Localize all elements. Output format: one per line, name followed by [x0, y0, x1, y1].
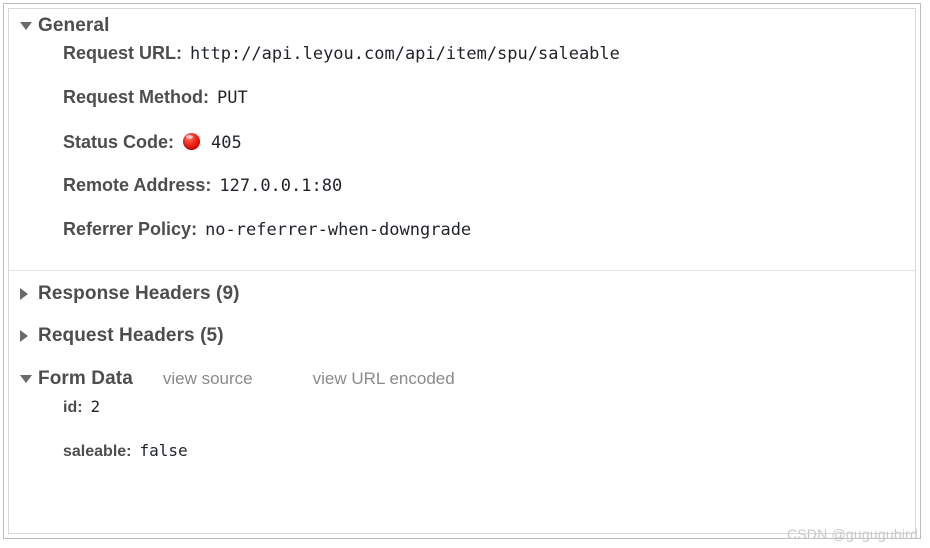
triangle-down-icon[interactable] [20, 375, 34, 383]
triangle-down-icon[interactable] [20, 22, 34, 30]
detail-value-request-method: PUT [217, 88, 248, 108]
detail-value-request-url: http://api.leyou.com/api/item/spu/saleab… [190, 44, 620, 64]
view-url-encoded-link[interactable]: view URL encoded [313, 369, 455, 389]
section-title-request-headers: Request Headers (5) [38, 325, 224, 346]
detail-key: Status Code: [63, 132, 175, 152]
form-data-key: saleable: [63, 443, 132, 460]
detail-key: Request URL: [63, 43, 183, 63]
detail-key: Referrer Policy: [63, 219, 198, 239]
form-data-row-id: id: 2 [9, 397, 915, 441]
detail-key: Remote Address: [63, 175, 212, 195]
panel-content: General Request URL: http://api.leyou.co… [9, 9, 915, 533]
form-data-value-saleable: false [139, 441, 188, 460]
triangle-right-icon[interactable] [20, 288, 34, 300]
section-header-response-headers[interactable]: Response Headers (9) [9, 277, 915, 311]
form-data-key: id: [63, 399, 83, 416]
section-title-form-data: Form Data [38, 368, 133, 389]
detail-row-status-code: Status Code: 405 [9, 131, 915, 175]
view-source-link[interactable]: view source [163, 369, 253, 389]
triangle-right-icon[interactable] [20, 330, 34, 342]
detail-row-request-url: Request URL: http://api.leyou.com/api/it… [9, 43, 915, 87]
detail-key: Request Method: [63, 87, 209, 107]
detail-value-status-code: 405 [211, 133, 242, 153]
red-circle-icon [183, 133, 201, 150]
section-title-general: General [38, 15, 110, 36]
section-header-form-data[interactable]: Form Data view source view URL encoded [9, 361, 915, 397]
detail-row-request-method: Request Method: PUT [9, 87, 915, 131]
form-data-value-id: 2 [90, 397, 101, 416]
section-header-general[interactable]: General [9, 9, 915, 43]
detail-row-remote-address: Remote Address: 127.0.0.1:80 [9, 175, 915, 219]
form-data-row-saleable: saleable: false [9, 441, 915, 485]
detail-value-remote-address: 127.0.0.1:80 [219, 176, 343, 196]
section-divider [9, 270, 915, 271]
section-title-response-headers: Response Headers (9) [38, 283, 240, 304]
detail-row-referrer-policy: Referrer Policy: no-referrer-when-downgr… [9, 219, 915, 263]
section-header-request-headers[interactable]: Request Headers (5) [9, 311, 915, 361]
network-request-details-panel: General Request URL: http://api.leyou.co… [3, 3, 921, 539]
watermark: CSDN @gugugubird [786, 526, 918, 542]
detail-value-referrer-policy: no-referrer-when-downgrade [205, 220, 472, 240]
form-data-view-links: view source view URL encoded [133, 369, 455, 389]
